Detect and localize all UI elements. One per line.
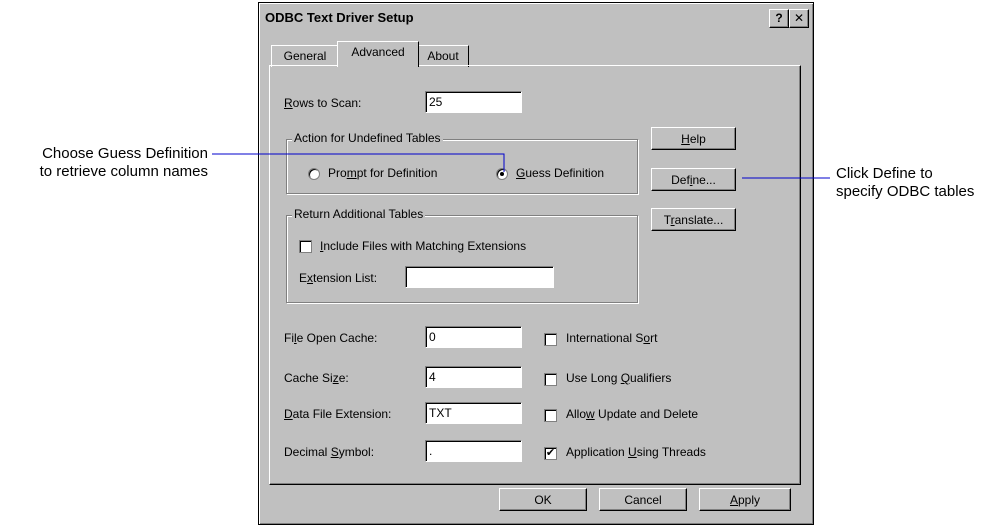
tab-advanced[interactable]: Advanced [337,41,419,67]
right-callout: Click Define to specify ODBC tables [836,165,974,201]
rows-to-scan-label: Rows to Scan: [284,96,362,110]
translate-button[interactable]: Translate... [651,208,736,231]
rows-to-scan-field[interactable]: 25 [425,91,522,113]
allow-update-delete-label[interactable]: Allow Update and Delete [566,407,698,421]
allow-update-delete-checkbox[interactable] [544,409,557,422]
radio-selected-dot [500,172,504,176]
apply-button[interactable]: Apply [699,488,791,511]
action-undefined-group-title: Action for Undefined Tables [292,131,443,145]
right-callout-line2: specify ODBC tables [836,183,975,200]
extension-list-label: Extension List: [299,271,378,285]
decimal-symbol-field[interactable]: . [425,440,522,462]
left-callout: Choose Guess Definition to retrieve colu… [8,145,208,181]
application-using-threads-label[interactable]: Application Using Threads [566,445,706,459]
right-callout-line1: Click Define to [836,165,933,182]
dialog-title: ODBC Text Driver Setup [265,10,414,25]
include-files-label[interactable]: Include Files with Matching Extensions [320,239,526,253]
cache-size-field[interactable]: 4 [425,366,522,388]
cache-size-label: Cache Size: [284,371,349,385]
context-help-button[interactable]: ? [769,9,789,28]
use-long-qualifiers-label[interactable]: Use Long Qualifiers [566,371,671,385]
close-button[interactable]: ✕ [789,9,809,28]
guess-definition-label[interactable]: Guess Definition [516,166,604,180]
advanced-panel: Rows to Scan: 25 Action for Undefined Ta… [269,65,801,485]
international-sort-checkbox[interactable] [544,333,557,346]
ok-button[interactable]: OK [499,488,587,511]
left-callout-line1: Choose Guess Definition [42,145,208,162]
international-sort-label[interactable]: International Sort [566,331,657,345]
define-button[interactable]: Define... [651,168,736,191]
prompt-definition-radio[interactable] [308,168,320,180]
prompt-definition-label[interactable]: Prompt for Definition [328,166,437,180]
decimal-symbol-label: Decimal Symbol: [284,445,375,459]
tab-general[interactable]: General [271,45,339,67]
return-tables-group [286,215,638,303]
data-file-extension-field[interactable]: TXT [425,402,522,424]
extension-list-field[interactable] [405,266,554,288]
cancel-button[interactable]: Cancel [599,488,687,511]
use-long-qualifiers-checkbox[interactable] [544,373,557,386]
left-callout-line2: to retrieve column names [39,163,208,180]
file-open-cache-field[interactable]: 0 [425,326,522,348]
help-button[interactable]: Help [651,127,736,150]
return-tables-group-title: Return Additional Tables [292,207,426,221]
odbc-setup-dialog: ODBC Text Driver Setup ? ✕ General Advan… [258,2,814,525]
tab-about[interactable]: About [417,45,469,67]
data-file-extension-label: Data File Extension: [284,407,392,421]
guess-definition-radio[interactable] [496,168,508,180]
include-files-checkbox[interactable] [299,240,312,253]
title-bar: ODBC Text Driver Setup ? ✕ [261,5,811,31]
application-using-threads-checkbox[interactable]: ✔ [544,447,557,460]
file-open-cache-label: File Open Cache: [284,331,378,345]
